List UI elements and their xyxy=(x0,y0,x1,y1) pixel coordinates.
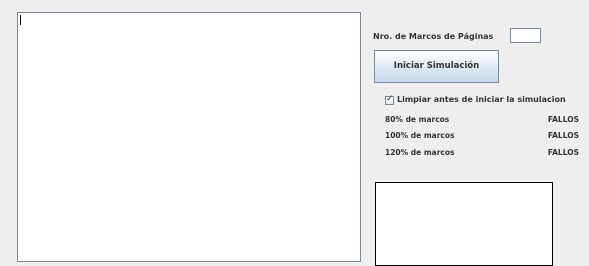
text-caret xyxy=(20,15,21,25)
clear-before-start-label: Limpiar antes de iniciar la simulacion xyxy=(397,95,566,104)
frames-count-label: Nro. de Marcos de Páginas xyxy=(373,32,494,41)
frames-count-input[interactable] xyxy=(510,28,541,43)
clear-before-start-checkbox[interactable]: ✓ xyxy=(385,93,394,105)
result-row-100: 100% de marcos FALLOS xyxy=(385,131,579,141)
checkmark-icon: ✓ xyxy=(386,93,394,104)
start-simulation-button[interactable]: Iniciar Simulación xyxy=(374,50,499,83)
result-label-120: 120% de marcos xyxy=(385,148,455,157)
clear-before-start-checkbox-row[interactable]: ✓ Limpiar antes de iniciar la simulacion xyxy=(385,93,566,105)
result-label-80: 80% de marcos xyxy=(385,115,450,124)
secondary-output-area[interactable] xyxy=(375,182,553,266)
result-row-80: 80% de marcos FALLOS xyxy=(385,115,579,125)
result-value-100: FALLOS xyxy=(547,131,579,140)
result-value-80: FALLOS xyxy=(547,115,579,124)
result-value-120: FALLOS xyxy=(547,148,579,157)
simulation-output-textarea[interactable] xyxy=(17,12,361,262)
result-label-100: 100% de marcos xyxy=(385,131,455,140)
result-row-120: 120% de marcos FALLOS xyxy=(385,148,579,158)
